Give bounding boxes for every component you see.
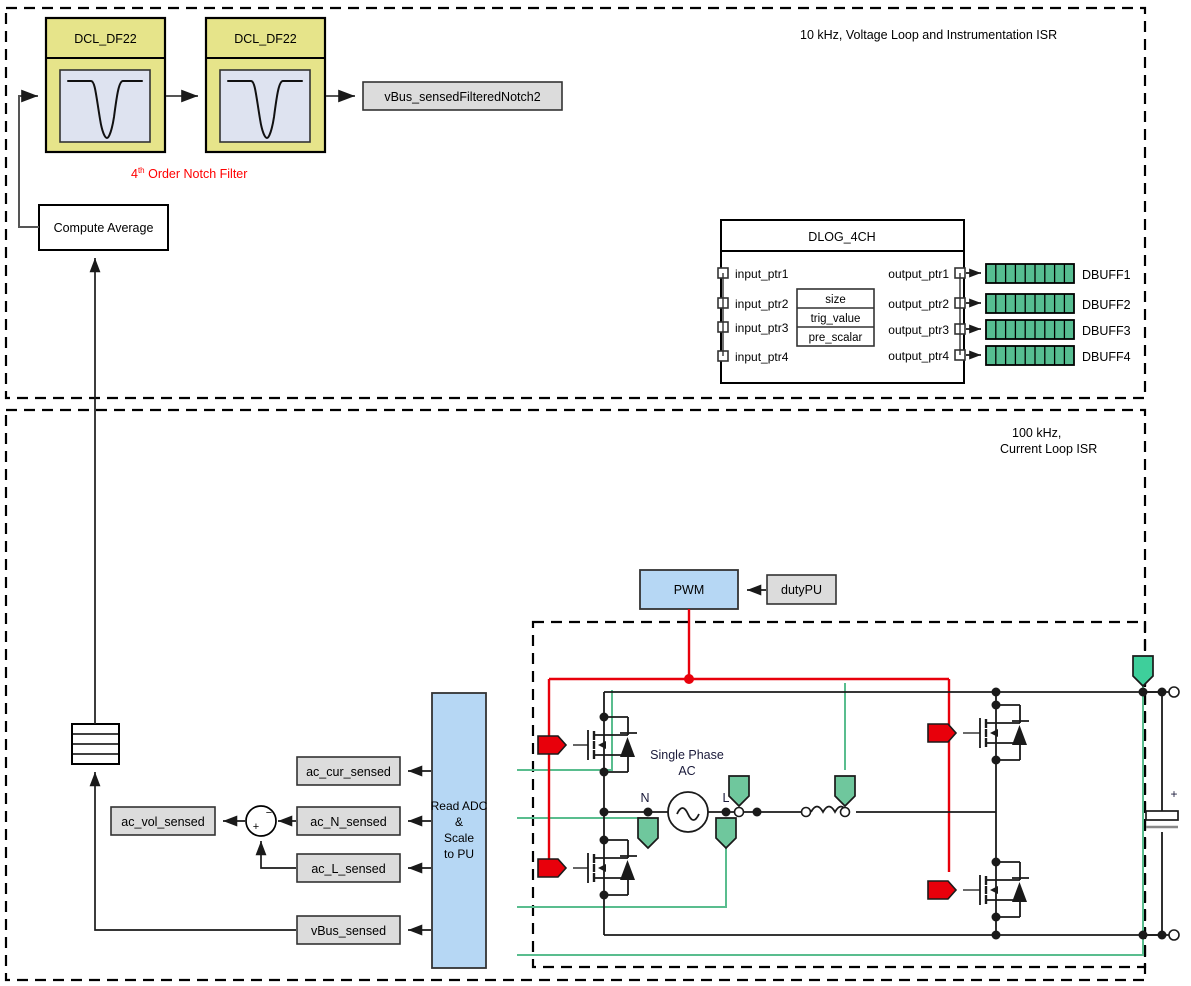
dlog-output-1: output_ptr1 — [888, 267, 949, 281]
output-capacitor: + — [1145, 692, 1179, 935]
wire-average-to-filter1 — [18, 89, 39, 228]
dlog-block[interactable]: DLOG_4CH input_ptr1 input_ptr2 input_ptr… — [717, 219, 966, 384]
pwm-block[interactable]: PWM — [639, 569, 739, 610]
sense-probe-ac-n — [637, 817, 659, 850]
dbuff-2: DBUFF2 — [966, 293, 1131, 314]
dbuff-1: DBUFF1 — [966, 263, 1131, 284]
wire-vbus-to-buffer — [89, 771, 296, 931]
notch-filter-1-title: DCL_DF22 — [74, 32, 137, 46]
dlog-title: DLOG_4CH — [808, 230, 875, 244]
sense-probe-ac-l-lower — [715, 817, 737, 850]
ac-l-sensed-label: ac_L_sensed — [311, 862, 385, 876]
mosfet-q1 — [573, 712, 637, 777]
dlog-output-4: output_ptr4 — [888, 349, 949, 363]
wire-acl-to-sum — [255, 840, 296, 869]
dlog-params: size trig_value pre_scalar — [796, 288, 875, 347]
read-adc-line3: Scale — [444, 831, 474, 845]
capacitor-polarity-label: + — [1170, 787, 1177, 801]
block-diagram-svg: 10 kHz, Voltage Loop and Instrumentation… — [4, 6, 1180, 982]
dlog-param-pre-scalar: pre_scalar — [809, 332, 863, 344]
ac-n-sensed-var: ac_N_sensed — [296, 806, 401, 836]
gate-pointer-q1 — [537, 735, 568, 755]
pwm-label: PWM — [674, 583, 705, 597]
dbuff-3-label: DBUFF3 — [1082, 324, 1131, 338]
dlog-input-3: input_ptr3 — [735, 321, 789, 335]
ac-cur-sensed-label: ac_cur_sensed — [306, 765, 391, 779]
dlog-input-2: input_ptr2 — [735, 297, 789, 311]
vbus-sensed-var: vBus_sensed — [296, 915, 401, 945]
duty-pu-label: dutyPU — [781, 583, 822, 597]
ac-source-icon — [667, 791, 709, 833]
output-terminal-neg — [1168, 929, 1180, 941]
compute-average-block[interactable]: Compute Average — [38, 204, 169, 251]
ac-source-label-line1: Single Phase — [650, 748, 724, 762]
notch-filter-2[interactable]: DCL_DF22 — [204, 16, 327, 154]
sense-probe-vbus — [1132, 655, 1154, 688]
terminal-n-label: N — [640, 791, 649, 805]
inductor-terminal-left — [800, 806, 812, 818]
current-loop-region — [4, 408, 1147, 982]
sense-lines — [517, 678, 1144, 956]
ac-n-sensed-label: ac_N_sensed — [310, 815, 386, 829]
data-buffer-icon — [71, 723, 120, 765]
dlog-input-4: input_ptr4 — [735, 350, 789, 364]
voltage-loop-region — [4, 6, 1147, 400]
sense-line-vbus — [517, 678, 1144, 956]
gate-drive-net — [547, 609, 951, 872]
dbuff-4: DBUFF4 — [966, 345, 1131, 366]
sum-plus-sign: + — [253, 821, 259, 833]
output-terminal-pos — [1168, 686, 1180, 698]
dlog-param-trig-value: trig_value — [811, 313, 861, 325]
terminal-l-open — [733, 806, 745, 818]
dbuff-4-label: DBUFF4 — [1082, 350, 1131, 364]
notch-filter-1[interactable]: DCL_DF22 — [44, 16, 167, 154]
dlog-output-3: output_ptr3 — [888, 323, 949, 337]
sense-probe-inductor — [834, 775, 856, 808]
mosfet-q2 — [573, 835, 637, 900]
dbuff-2-label: DBUFF2 — [1082, 298, 1131, 312]
sum-junction: − + — [245, 805, 277, 837]
vbus-filtered-notch2-label: vBus_sensedFilteredNotch2 — [384, 90, 540, 104]
gate-pointer-q4 — [927, 880, 958, 900]
read-adc-block[interactable]: Read ADC & Scale to PU — [431, 692, 488, 969]
sense-line-ac-cur — [517, 690, 613, 771]
sense-probe-ac-l-upper — [728, 775, 750, 808]
ac-l-sensed-var: ac_L_sensed — [296, 853, 401, 883]
ac-cur-sensed-var: ac_cur_sensed — [296, 756, 401, 786]
current-loop-label-line2: Current Loop ISR — [1000, 442, 1097, 456]
gate-pointer-q2 — [537, 858, 568, 878]
dlog-input-1: input_ptr1 — [735, 267, 789, 281]
voltage-loop-label: 10 kHz, Voltage Loop and Instrumentation… — [800, 28, 1057, 42]
sum-minus-sign: − — [266, 807, 272, 819]
read-adc-line2: & — [455, 815, 463, 829]
diagram-canvas: 10 kHz, Voltage Loop and Instrumentation… — [0, 0, 1191, 986]
duty-pu-var: dutyPU — [766, 574, 837, 605]
dlog-param-size: size — [825, 294, 845, 306]
dbuff-3: DBUFF3 — [966, 319, 1131, 340]
vbus-sensed-label: vBus_sensed — [311, 924, 386, 938]
current-loop-label-line1: 100 kHz, — [1012, 426, 1061, 440]
ac-vol-sensed-label: ac_vol_sensed — [121, 815, 204, 829]
read-adc-line1: Read ADC — [431, 799, 488, 813]
notch-filter-2-title: DCL_DF22 — [234, 32, 297, 46]
ac-vol-sensed-var: ac_vol_sensed — [110, 806, 216, 836]
notch-order-annotation: 4th Order Notch Filter — [131, 166, 247, 181]
inductor-terminal-right — [839, 806, 851, 818]
vbus-filtered-notch2-var: vBus_sensedFilteredNotch2 — [362, 81, 563, 111]
read-adc-line4: to PU — [444, 847, 474, 861]
gate-pointer-q3 — [927, 723, 958, 743]
compute-average-label: Compute Average — [54, 221, 154, 235]
gate-drive-junction — [684, 674, 694, 684]
dbuff-1-label: DBUFF1 — [1082, 268, 1131, 282]
dlog-output-2: output_ptr2 — [888, 297, 949, 311]
ac-source-label-line2: AC — [678, 764, 695, 778]
